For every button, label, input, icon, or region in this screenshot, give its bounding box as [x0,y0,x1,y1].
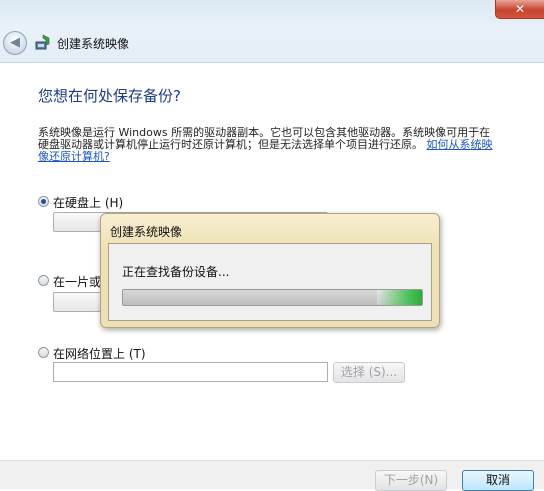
progress-fill [123,290,378,305]
backup-wizard-icon [35,34,50,50]
dialog-title: 创建系统映像 [110,225,183,239]
dialog-body: 正在查找备份设备... [108,243,432,321]
page-heading: 您想在何处保存备份? [38,87,181,105]
progress-indicator [377,290,422,305]
hard-disk-radio[interactable] [38,196,49,207]
network-path-field[interactable] [53,362,328,382]
back-button[interactable]: ◀ [3,31,27,55]
progress-bar [122,289,423,306]
window-title: 创建系统映像 [57,37,130,51]
dvd-radio[interactable] [38,275,49,286]
select-network-button[interactable]: 选择 (S)... [333,362,405,383]
dialog-message: 正在查找备份设备... [122,265,230,279]
back-arrow-icon: ◀ [10,35,20,50]
page-description: 系统映像是运行 Windows 所需的驱动器副本。它也可以包含其他驱动器。系统映… [38,127,500,163]
dvd-label: 在一片或 [53,275,102,289]
close-button[interactable]: ✕ [495,0,544,19]
network-label: 在网络位置上 (T) [53,347,146,361]
description-text: 系统映像是运行 Windows 所需的驱动器副本。它也可以包含其他驱动器。系统映… [38,126,491,151]
hard-disk-label: 在硬盘上 (H) [53,196,124,210]
network-radio[interactable] [38,347,49,358]
title-bar: ✕ ◀ 创建系统映像 [0,0,544,63]
progress-dialog: 创建系统映像 正在查找备份设备... [100,213,440,328]
